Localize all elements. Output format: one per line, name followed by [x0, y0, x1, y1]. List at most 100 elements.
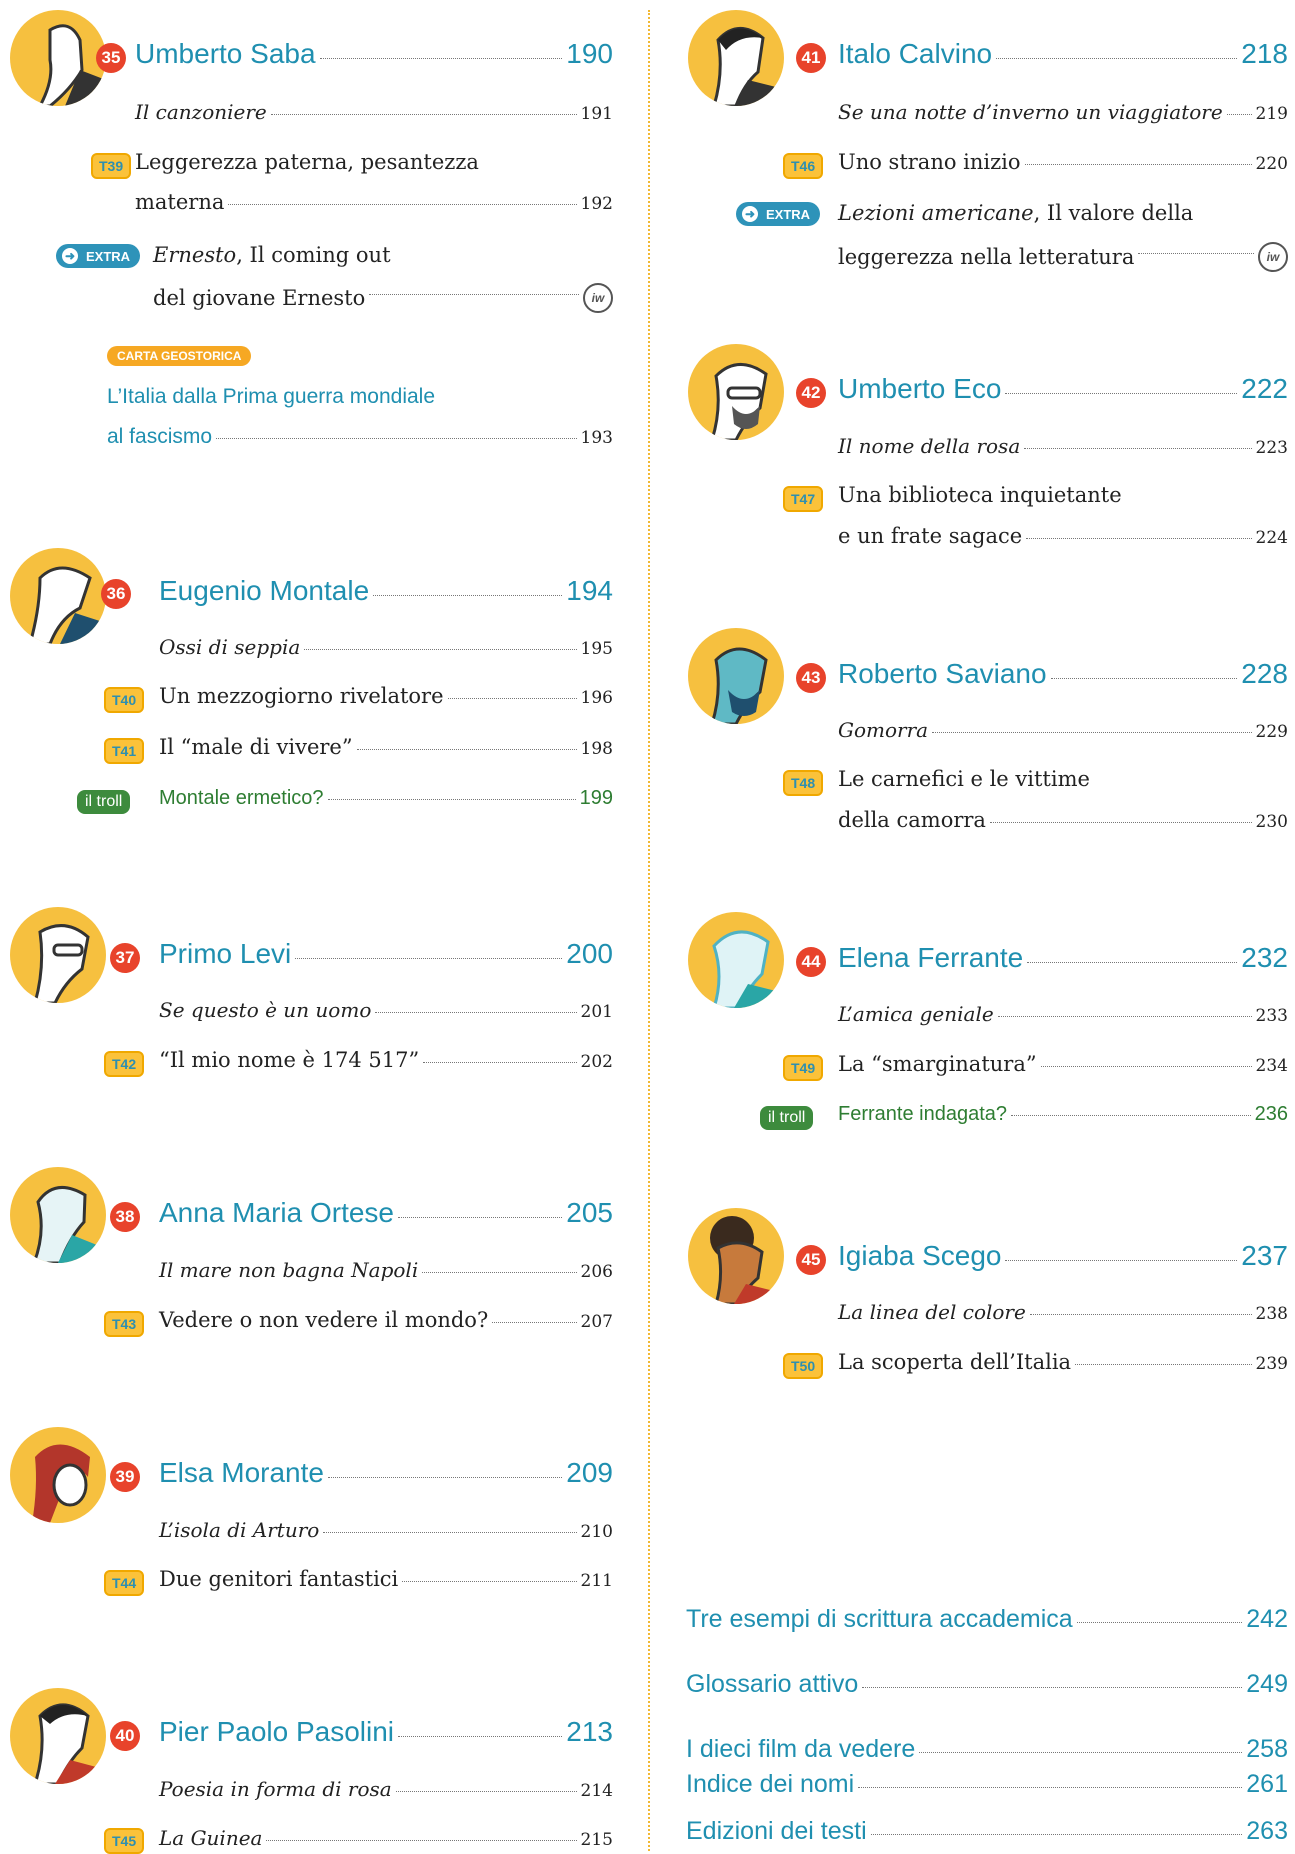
troll-badge: il troll — [77, 790, 131, 814]
toc-entry-text[interactable]: e un frate sagace 224 — [838, 524, 1288, 548]
toc-entry-author[interactable]: Roberto Saviano 228 — [838, 658, 1288, 690]
column-divider — [648, 10, 650, 1851]
toc-entry-extra[interactable]: leggerezza nella letteratura iw — [838, 242, 1288, 272]
toc-entry-text[interactable]: Il “male di vivere” 198 — [159, 735, 613, 759]
page-number: 232 — [1241, 942, 1288, 973]
page-number: 196 — [580, 688, 613, 708]
extra-work-title: Ernesto — [153, 243, 237, 267]
author-portrait — [688, 10, 784, 106]
work-title: L’amica geniale — [838, 1002, 994, 1026]
toc-entry-text[interactable]: della camorra 230 — [838, 808, 1288, 832]
extra-badge: ➜ EXTRA — [56, 244, 141, 268]
text-title-line[interactable]: Una biblioteca inquietante — [838, 483, 1122, 507]
leader-dots — [398, 1736, 563, 1737]
toc-entry-appendix[interactable]: I dieci film da vedere 258 — [686, 1735, 1288, 1764]
toc-entry-work[interactable]: Il mare non bagna Napoli 206 — [159, 1258, 613, 1282]
toc-entry-text[interactable]: La Guinea 215 — [159, 1826, 613, 1850]
leader-dots — [423, 1062, 577, 1063]
toc-entry-appendix[interactable]: Indice dei nomi 261 — [686, 1770, 1288, 1799]
text-title-line[interactable]: Le carnefici e le vittime — [838, 767, 1090, 791]
leader-dots — [375, 1012, 577, 1013]
toc-entry-appendix[interactable]: Tre esempi di scrittura accademica 242 — [686, 1605, 1288, 1634]
extra-title-line[interactable]: Lezioni americane, Il valore della — [838, 201, 1193, 225]
carta-geostorica-badge: CARTA GEOSTORICA — [107, 346, 252, 366]
toc-entry-text[interactable]: La scoperta dell’Italia 239 — [838, 1350, 1288, 1374]
toc-entry-author[interactable]: Pier Paolo Pasolini 213 — [159, 1716, 613, 1748]
toc-entry-work[interactable]: Il canzoniere 191 — [135, 100, 613, 124]
toc-entry-troll[interactable]: Ferrante indagata? 236 — [838, 1103, 1288, 1126]
page-number: 219 — [1255, 104, 1288, 124]
chapter-number-badge: 37 — [110, 943, 140, 973]
leader-dots — [492, 1322, 577, 1323]
toc-entry-author[interactable]: Elsa Morante 209 — [159, 1457, 613, 1489]
toc-entry-work[interactable]: L’isola di Arturo 210 — [159, 1518, 613, 1542]
toc-entry-extra[interactable]: del giovane Ernesto iw — [153, 283, 613, 313]
toc-entry-work[interactable]: L’amica geniale 233 — [838, 1002, 1288, 1026]
text-number-badge: T40 — [104, 687, 145, 713]
page-number: 230 — [1255, 812, 1288, 832]
map-title-line[interactable]: L’Italia dalla Prima guerra mondiale — [107, 385, 435, 409]
toc-entry-text[interactable]: “Il mio nome è 174 517” 202 — [159, 1048, 613, 1072]
chapter-number-badge: 38 — [110, 1202, 140, 1232]
text-number-badge: T45 — [104, 1828, 145, 1854]
author-name: Umberto Eco — [838, 373, 1002, 404]
page-number: 249 — [1246, 1670, 1288, 1698]
page-number: 190 — [566, 38, 613, 69]
toc-entry-work[interactable]: Se una notte d’inverno un viaggiatore 219 — [838, 100, 1288, 124]
chapter-number-badge: 41 — [796, 43, 826, 73]
toc-entry-work[interactable]: Gomorra 229 — [838, 718, 1288, 742]
page-number: 201 — [580, 1002, 613, 1022]
toc-entry-author[interactable]: Igiaba Scego 237 — [838, 1240, 1288, 1272]
toc-entry-text[interactable]: Uno strano inizio 220 — [838, 150, 1288, 174]
text-title-line[interactable]: Leggerezza paterna, pesantezza — [135, 150, 479, 174]
text-number-badge: T44 — [104, 1570, 145, 1596]
page-number: 239 — [1255, 1354, 1288, 1374]
toc-entry-map[interactable]: al fascismo 193 — [107, 425, 613, 449]
page-number: 211 — [580, 1571, 613, 1591]
toc-entry-appendix[interactable]: Edizioni dei testi 263 — [686, 1817, 1288, 1846]
text-number-badge: T39 — [91, 153, 132, 179]
toc-entry-author[interactable]: Primo Levi 200 — [159, 938, 613, 970]
text-title: La “smarginatura” — [838, 1052, 1037, 1076]
author-portrait — [10, 10, 106, 106]
leader-dots — [266, 1840, 577, 1841]
extra-title-line[interactable]: Ernesto, Il coming out — [153, 243, 391, 267]
toc-entry-author[interactable]: Umberto Eco 222 — [838, 373, 1288, 405]
toc-entry-work[interactable]: Ossi di seppia 195 — [159, 635, 613, 659]
toc-entry-work[interactable]: Se questo è un uomo 201 — [159, 998, 613, 1022]
toc-entry-author[interactable]: Italo Calvino 218 — [838, 38, 1288, 70]
toc-entry-author[interactable]: Elena Ferrante 232 — [838, 942, 1288, 974]
toc-entry-text[interactable]: Un mezzogiorno rivelatore 196 — [159, 684, 613, 708]
leader-dots — [228, 204, 577, 205]
online-resource-icon[interactable]: iw — [1258, 242, 1288, 272]
page-number: 220 — [1255, 154, 1288, 174]
text-title: materna — [135, 190, 225, 214]
leader-dots — [1138, 252, 1254, 254]
leader-dots — [1226, 114, 1252, 115]
work-title: Gomorra — [838, 718, 929, 742]
toc-entry-work[interactable]: Il nome della rosa 223 — [838, 434, 1288, 458]
toc-entry-work[interactable]: La linea del colore 238 — [838, 1300, 1288, 1324]
text-number-badge: T42 — [104, 1051, 145, 1077]
leader-dots — [216, 438, 577, 439]
page-number: 258 — [1246, 1735, 1288, 1763]
toc-entry-author[interactable]: Eugenio Montale 194 — [159, 575, 613, 607]
page-number: 224 — [1255, 528, 1288, 548]
page-number: 218 — [1241, 38, 1288, 69]
toc-entry-text[interactable]: Vedere o non vedere il mondo? 207 — [159, 1308, 613, 1332]
toc-entry-author[interactable]: Anna Maria Ortese 205 — [159, 1197, 613, 1229]
author-name: Italo Calvino — [838, 38, 993, 69]
online-resource-icon[interactable]: iw — [583, 283, 613, 313]
toc-entry-text[interactable]: Due genitori fantastici 211 — [159, 1567, 613, 1591]
author-portrait — [10, 907, 106, 1003]
leader-dots — [304, 649, 577, 650]
page-number: 238 — [1255, 1304, 1288, 1324]
toc-entry-work[interactable]: Poesia in forma di rosa 214 — [159, 1777, 613, 1801]
toc-entry-text[interactable]: La “smarginatura” 234 — [838, 1052, 1288, 1076]
text-number-badge: T46 — [783, 153, 824, 179]
toc-entry-troll[interactable]: Montale ermetico? 199 — [159, 787, 613, 810]
toc-entry-author[interactable]: Umberto Saba 190 — [135, 38, 613, 70]
toc-entry-text[interactable]: materna 192 — [135, 190, 613, 214]
page-number: 229 — [1255, 722, 1288, 742]
toc-entry-appendix[interactable]: Glossario attivo 249 — [686, 1670, 1288, 1699]
